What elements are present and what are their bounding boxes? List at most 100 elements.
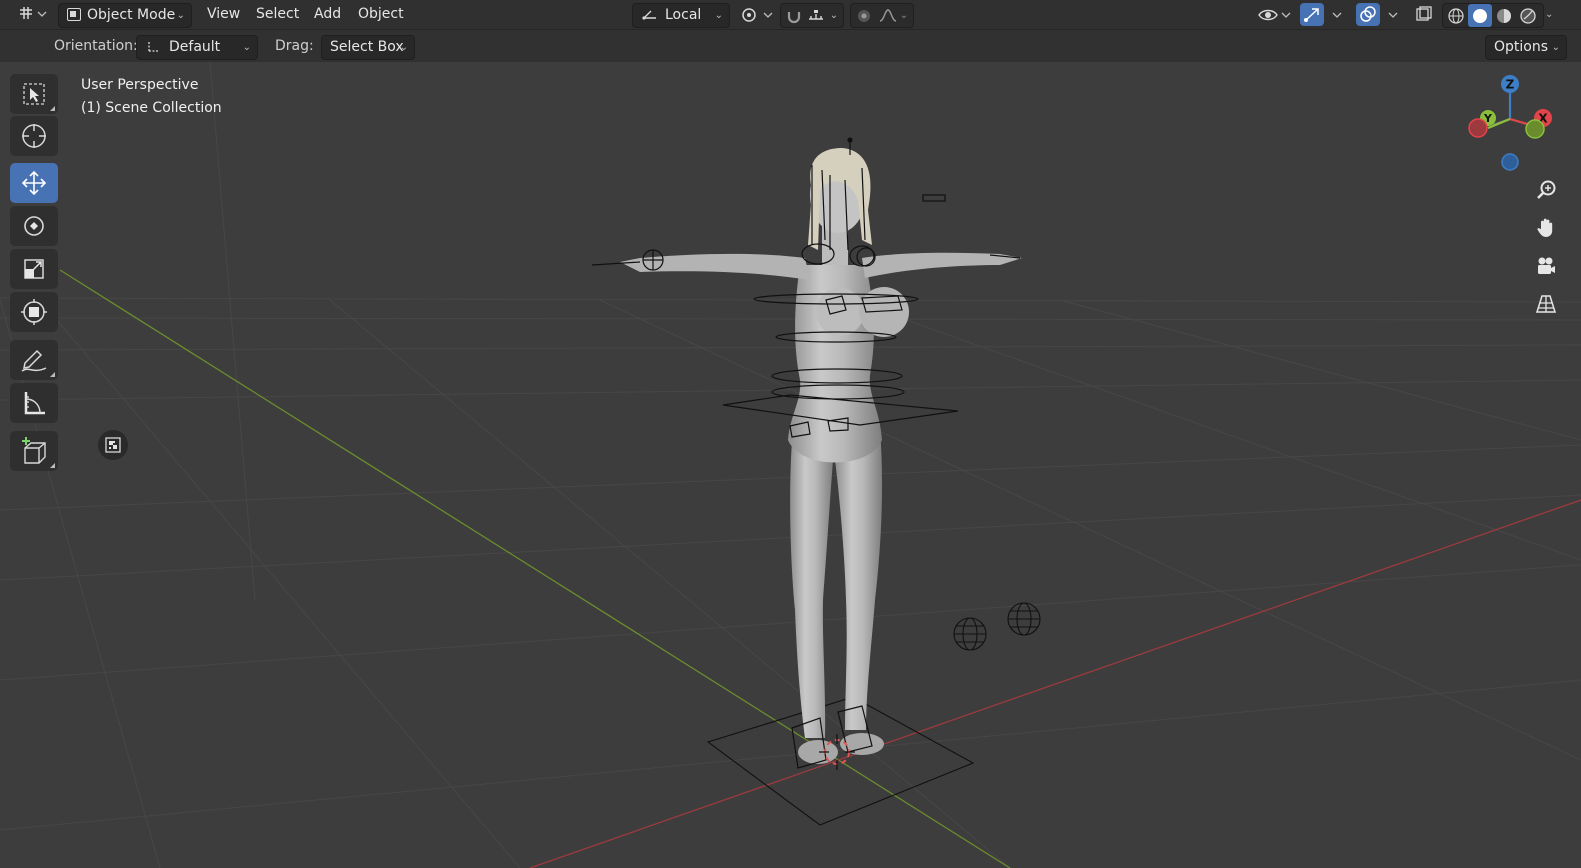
perspective-toggle-button[interactable] [1530,288,1562,320]
select-box-icon [23,83,45,105]
camera-icon [1538,257,1555,274]
tool-rotate[interactable] [10,206,58,246]
cursor-icon [22,124,46,148]
collection-name: (1) Scene Collection [81,100,222,116]
gizmo-neg-y[interactable] [1525,119,1545,139]
falloff-button[interactable] [877,4,899,27]
tool-measure[interactable] [10,383,58,423]
chevron-down-icon [1332,12,1342,18]
rotate-icon [24,216,44,236]
proportional-editing-group: ⌄ [850,3,914,28]
gizmo-neg-z[interactable] [1501,153,1519,171]
tool-select-box[interactable] [10,74,58,114]
pan-button[interactable] [1530,212,1562,244]
menu-object[interactable]: Object [358,3,404,26]
mode-label: Object Mode [87,7,176,23]
checker-grid-icon [105,437,121,453]
tool-scale[interactable] [10,249,58,289]
zoom-magnifier-icon [1537,180,1556,199]
proportional-edit-toggle[interactable] [853,4,875,27]
snap-group: ⌄ [780,3,844,28]
tool-variants-indicator-icon [50,106,55,111]
move-arrows-icon [21,170,47,196]
orientation-axes-icon [642,10,656,20]
menu-view[interactable]: View [207,3,240,26]
visibility-button[interactable] [1256,3,1294,26]
pivot-point-icon [742,8,773,22]
drag-label: Drag: [275,38,314,54]
shading-solid[interactable] [1468,4,1492,27]
solid-sphere-icon [1473,9,1487,23]
tool-annotate[interactable] [10,340,58,380]
shading-rendered[interactable] [1516,4,1540,27]
object-mode-icon [67,8,81,21]
annotate-pencil-icon [21,349,47,372]
xray-toggle-button[interactable] [1412,3,1436,26]
transform-orientation-label: Local [665,7,702,23]
rendered-sphere-icon [1520,8,1536,24]
gizmo-toggle-button[interactable] [1300,3,1348,26]
chevron-down-icon: ⌄ [399,42,408,53]
chevron-down-icon[interactable]: ⌄ [827,4,841,27]
drag-value: Select Box [330,39,404,55]
gizmo-icon [1300,3,1324,26]
tool-variants-indicator-icon [50,372,55,377]
3d-viewport[interactable]: Z X Y [0,62,1581,868]
measure-ruler-icon [24,392,45,415]
camera-view-button[interactable] [1530,250,1562,282]
gizmo-z-label: Z [1506,78,1515,92]
mode-dropdown[interactable]: Object Mode ⌄ [58,3,192,28]
options-label: Options [1494,39,1549,55]
falloff-curve-icon [879,9,897,22]
shading-wireframe[interactable] [1444,4,1468,27]
global-axes-icon [148,41,159,52]
xray-icon [1416,6,1432,21]
transform-orientation-dropdown[interactable]: Local ⌄ [632,3,730,28]
chevron-down-icon: ⌄ [176,10,185,21]
view-name: User Perspective [81,77,199,93]
orientation-label: Orientation: [54,38,138,54]
pivot-point-button[interactable] [738,3,776,26]
chevron-down-icon: ⌄ [242,42,251,53]
shading-material[interactable] [1492,4,1516,27]
overlays-icon [1356,3,1380,26]
orientation-dropdown[interactable]: Default ⌄ [136,35,258,60]
viewport-info: User Perspective (1) Scene Collection [81,74,222,120]
orientation-value: Default [169,39,221,55]
tool-settings-bar: Orientation: Default ⌄ Drag: Select Box … [0,30,1581,62]
viewport-header: Object Mode ⌄ View Select Add Object Loc… [0,0,1581,30]
hand-icon [1537,218,1553,237]
gizmo-neg-x[interactable] [1468,118,1488,138]
magnet-icon [787,12,801,24]
tool-add-cube[interactable] [10,431,58,471]
options-dropdown[interactable]: Options ⌄ [1485,35,1567,60]
chevron-down-icon: ⌄ [1551,42,1560,53]
tool-variants-indicator-icon [50,463,55,468]
snap-target-button[interactable] [805,4,827,27]
editor-type-icon [20,7,47,19]
tool-cursor[interactable] [10,116,58,156]
snap-toggle[interactable] [783,4,805,27]
overlay-toggle-button[interactable] [98,430,128,460]
transform-icon [21,299,47,325]
scale-icon [24,259,44,279]
chevron-down-icon[interactable]: ⌄ [897,4,911,27]
viewport-scene[interactable] [0,62,1581,868]
wireframe-sphere-icon [1448,8,1464,24]
eye-icon [1258,9,1291,21]
editor-type-button[interactable] [16,3,50,26]
add-cube-icon [22,437,46,464]
drag-dropdown[interactable]: Select Box ⌄ [321,35,415,60]
menu-select[interactable]: Select [256,3,299,26]
tool-transform[interactable] [10,292,58,332]
snap-increment-icon [809,10,823,20]
material-sphere-icon [1497,9,1511,23]
navigation-gizmo[interactable]: Z X Y [1458,70,1568,180]
chevron-down-icon [1388,12,1398,18]
shading-group [1442,3,1544,28]
menu-add[interactable]: Add [314,3,341,26]
zoom-button[interactable] [1530,174,1562,206]
shading-options-chevron-icon[interactable]: ⌄ [1545,3,1561,26]
tool-move[interactable] [10,163,58,203]
overlays-toggle-button[interactable] [1356,3,1404,26]
